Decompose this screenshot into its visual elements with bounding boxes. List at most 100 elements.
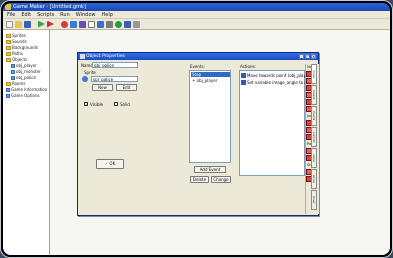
ok-label: OK <box>109 161 116 166</box>
tree-item-backgrounds[interactable]: Backgrounds <box>6 45 38 50</box>
script-icon[interactable] <box>97 20 104 28</box>
sprite-select[interactable]: spr_police <box>91 76 138 82</box>
add-event-button[interactable]: Add Event <box>194 166 226 173</box>
close-icon[interactable]: × <box>311 54 316 59</box>
menu-bar: File Edit Scripts Run Window Help <box>3 11 390 19</box>
dialog-icon <box>80 54 85 59</box>
background-icon[interactable] <box>79 20 86 28</box>
dialog-title: Object Properties <box>86 54 125 59</box>
delete-event-button[interactable]: Delete <box>190 176 209 183</box>
window-controls: _ □ × <box>299 54 316 59</box>
tree-item-obj-monster[interactable]: obj_monster <box>11 69 41 74</box>
visible-label: Visible <box>90 102 104 107</box>
tree-item-obj-police[interactable]: obj_police <box>11 75 36 80</box>
path-icon[interactable] <box>88 20 95 28</box>
sprite-icon[interactable] <box>61 20 68 28</box>
event-item-step[interactable]: Step <box>191 72 230 77</box>
tree-label: Game Information <box>11 87 48 92</box>
tree-item-obj-player[interactable]: obj_player <box>11 63 37 68</box>
settings-icon[interactable] <box>133 20 140 28</box>
monitor-frame: Game Maker - [Untitled.gmk] File Edit Sc… <box>0 0 393 258</box>
dialog-titlebar: Object Properties _ □ × <box>78 53 318 60</box>
tree-label: obj_monster <box>16 69 41 74</box>
object-icon <box>11 69 15 74</box>
visible-checkbox[interactable]: ✓ <box>84 102 88 107</box>
maximize-icon[interactable]: □ <box>305 54 310 59</box>
actions-list[interactable]: Move towards point (obj_player.x,o Set v… <box>239 70 317 176</box>
tab-control[interactable]: control <box>311 127 317 147</box>
open-icon[interactable] <box>15 20 22 28</box>
tab-score[interactable]: score <box>311 148 317 168</box>
library-tabs: move main1 main2 control score extra dra… <box>311 64 318 214</box>
options-icon <box>6 93 10 98</box>
tree-label: Sprites <box>12 33 26 38</box>
menu-run[interactable]: Run <box>60 11 70 18</box>
tree-label: Paths <box>12 51 23 56</box>
menu-window[interactable]: Window <box>76 11 96 18</box>
menu-edit[interactable]: Edit <box>21 11 31 18</box>
tree-label: obj_player <box>16 63 37 68</box>
events-list[interactable]: Step ✦ obj_player <box>189 70 231 163</box>
app-title: Game Maker - [Untitled.gmk] <box>13 4 86 10</box>
sound-icon[interactable] <box>70 20 77 28</box>
sprite-preview-icon <box>82 76 88 82</box>
tree-item-rooms[interactable]: Rooms <box>6 81 25 86</box>
tree-label: Backgrounds <box>12 45 38 50</box>
tree-item-game-options[interactable]: Game Options <box>6 93 40 98</box>
object-icon[interactable] <box>115 20 122 28</box>
resource-tree: Sprites Sounds Backgrounds Paths Objects… <box>3 30 50 255</box>
tab-move[interactable]: move <box>311 64 317 84</box>
sprite-label: Sprite <box>84 70 96 75</box>
tree-label: Game Options <box>11 93 40 98</box>
menu-help[interactable]: Help <box>101 11 112 18</box>
folder-icon <box>6 39 11 44</box>
solid-checkbox[interactable] <box>114 102 118 106</box>
tab-main2[interactable]: main2 <box>311 106 317 126</box>
workspace: Object Properties _ □ × Name: obj_police… <box>50 30 390 255</box>
font-icon[interactable] <box>106 20 113 28</box>
room-icon[interactable] <box>124 20 131 28</box>
toolbar <box>3 19 390 30</box>
app-titlebar: Game Maker - [Untitled.gmk] <box>3 3 390 11</box>
ok-button[interactable]: ✓ OK <box>96 159 124 169</box>
tree-item-sprites[interactable]: Sprites <box>6 33 26 38</box>
app-icon <box>5 4 11 10</box>
solid-label: Solid <box>120 102 130 107</box>
tree-item-sounds[interactable]: Sounds <box>6 39 27 44</box>
tree-label: Rooms <box>12 81 26 86</box>
event-item-collision[interactable]: ✦ obj_player <box>191 78 217 83</box>
minimize-icon[interactable]: _ <box>299 54 304 59</box>
name-field[interactable]: obj_police <box>92 62 138 68</box>
tab-extra[interactable]: extra <box>311 169 317 189</box>
save-icon[interactable] <box>24 20 31 28</box>
new-icon[interactable] <box>6 20 13 28</box>
change-event-button[interactable]: Change <box>211 176 231 183</box>
edit-sprite-button[interactable]: Edit <box>116 84 137 91</box>
tree-item-game-information[interactable]: Game Information <box>6 87 47 92</box>
tree-label: obj_police <box>16 75 36 80</box>
tree-item-paths[interactable]: Paths <box>6 51 23 56</box>
menu-file[interactable]: File <box>7 11 15 18</box>
tab-main1[interactable]: main1 <box>311 85 317 105</box>
actions-label: Actions: <box>240 64 256 69</box>
info-icon <box>6 87 10 92</box>
tab-draw[interactable]: draw <box>311 190 317 210</box>
object-icon <box>11 75 15 80</box>
folder-icon <box>6 33 11 38</box>
set-variable-icon <box>241 80 246 85</box>
folder-icon <box>6 51 11 56</box>
move-towards-icon <box>241 73 246 78</box>
tree-label: Objects <box>12 57 28 62</box>
events-label: Events: <box>190 64 205 69</box>
menu-scripts[interactable]: Scripts <box>37 11 54 18</box>
new-sprite-button[interactable]: New <box>92 84 113 91</box>
folder-icon <box>6 57 11 62</box>
folder-icon <box>6 81 11 86</box>
object-properties-dialog: Object Properties _ □ × Name: obj_police… <box>77 52 319 216</box>
screen: Game Maker - [Untitled.gmk] File Edit Sc… <box>3 3 390 255</box>
run-icon[interactable] <box>38 20 45 28</box>
tree-label: Sounds <box>12 39 27 44</box>
debug-icon[interactable] <box>47 20 54 28</box>
tree-item-objects[interactable]: Objects <box>6 57 27 62</box>
event-label: obj_player <box>196 78 218 83</box>
